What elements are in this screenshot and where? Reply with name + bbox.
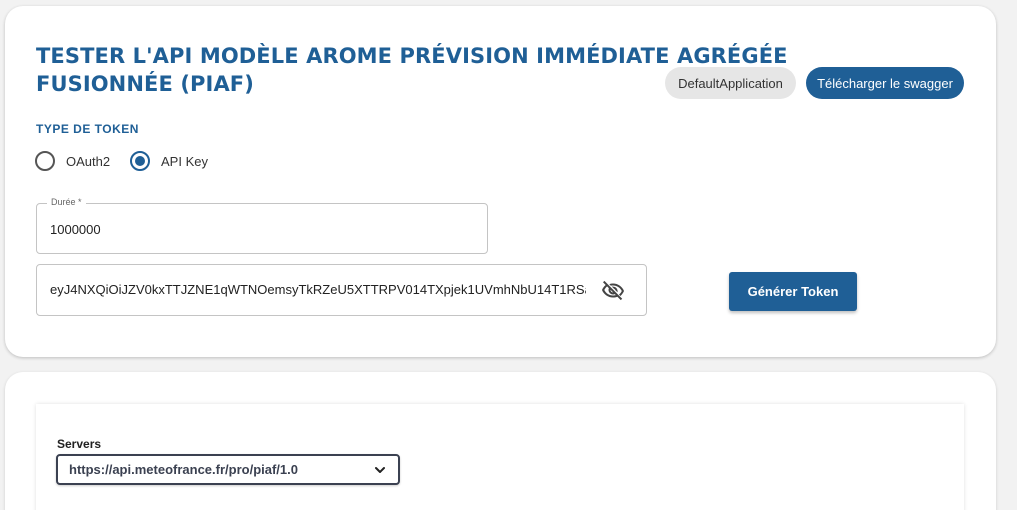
download-swagger-button[interactable]: Télécharger le swagger — [806, 67, 964, 99]
duration-field-legend: Durée * — [47, 197, 86, 207]
swagger-panel: Servers https://api.meteofrance.fr/pro/p… — [36, 404, 964, 510]
servers-label: Servers — [57, 437, 102, 451]
radio-api-key-circle[interactable] — [130, 151, 150, 171]
token-input[interactable]: eyJ4NXQiOiJZV0kxTTJZNE1qWTNOemsyTkRZeU5X… — [50, 282, 586, 297]
servers-select[interactable]: https://api.meteofrance.fr/pro/piaf/1.0 — [56, 454, 400, 485]
radio-oauth2-circle[interactable] — [35, 151, 55, 171]
duration-field[interactable]: Durée * 1000000 — [36, 197, 488, 254]
swagger-card: Servers https://api.meteofrance.fr/pro/p… — [5, 372, 996, 510]
servers-select-value: https://api.meteofrance.fr/pro/piaf/1.0 — [69, 462, 298, 477]
radio-oauth2-label: OAuth2 — [66, 153, 111, 169]
radio-api-key-label: API Key — [161, 153, 208, 169]
radio-api-key[interactable]: API Key — [130, 151, 208, 171]
radio-selected-dot — [135, 156, 145, 166]
application-chip[interactable]: DefaultApplication — [665, 67, 796, 99]
token-type-label: TYPE DE TOKEN — [36, 122, 139, 136]
token-card: TESTER L'API MODÈLE AROME PRÉVISION IMMÉ… — [5, 6, 996, 357]
radio-oauth2[interactable]: OAuth2 — [35, 151, 110, 171]
duration-input[interactable]: 1000000 — [50, 222, 101, 237]
chevron-down-icon — [375, 467, 385, 473]
token-field[interactable]: eyJ4NXQiOiJZV0kxTTJZNE1qWTNOemsyTkRZeU5X… — [36, 264, 647, 316]
eye-off-icon[interactable] — [601, 279, 625, 303]
generate-token-button[interactable]: Générer Token — [729, 272, 857, 311]
